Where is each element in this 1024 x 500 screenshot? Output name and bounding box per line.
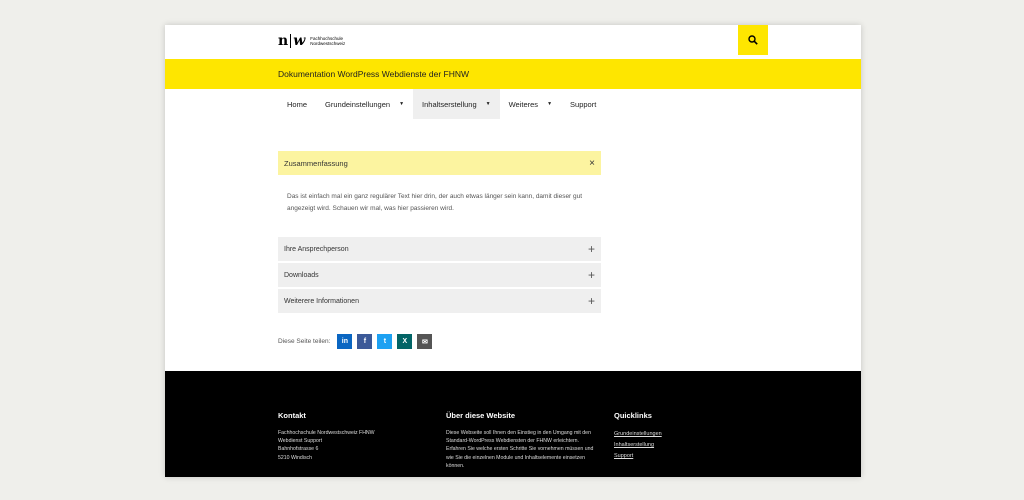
fhnw-logo[interactable]: n w Fachhochschule Nordwestschweiz <box>278 33 345 49</box>
linkedin-share-button[interactable]: in <box>337 334 353 349</box>
nav-item-support[interactable]: Support <box>561 89 605 119</box>
nav-item-label: Inhaltserstellung <box>422 99 477 109</box>
nav-item-label: Grundeinstellungen <box>325 99 391 109</box>
nav-item-grundeinstellungen[interactable]: Grundeinstellungen ▼ <box>316 89 413 119</box>
top-bar: n w Fachhochschule Nordwestschweiz <box>165 25 861 59</box>
facebook-icon: f <box>363 338 367 345</box>
accordion-label: Downloads <box>284 271 319 279</box>
browser-page: n w Fachhochschule Nordwestschweiz Dokum… <box>165 25 861 477</box>
twitter-icon: t <box>383 338 387 345</box>
plus-icon: + <box>587 242 595 256</box>
search-icon <box>748 35 758 45</box>
share-label: Diese Seite teilen: <box>278 338 331 345</box>
quicklink-grundeinstellungen[interactable]: Grundeinstellungen <box>614 429 734 440</box>
body-text: Das ist einfach mal ein ganz regulärer T… <box>287 193 583 212</box>
caret-down-icon: ▼ <box>399 101 405 107</box>
nav-item-label: Weiteres <box>508 99 539 109</box>
facebook-share-button[interactable]: f <box>357 334 373 349</box>
logo-line-2: Nordwestschweiz <box>310 41 346 46</box>
share-bar: Diese Seite teilen: in f t X ✉ <box>278 334 437 349</box>
accordion-label: Ihre Ansprechperson <box>284 245 349 253</box>
accordion: Ihre Ansprechperson + Downloads + Weiter… <box>278 237 601 315</box>
nav-item-home[interactable]: Home <box>278 89 316 119</box>
summary-title: Zusammenfassung <box>284 158 348 168</box>
main-nav: Home Grundeinstellungen ▼ Inhaltserstell… <box>278 89 605 119</box>
summary-box: Zusammenfassung × <box>278 151 601 175</box>
footer-quicklinks-heading: Quicklinks <box>614 411 652 420</box>
footer-contact-line: Bahnhofstrasse 6 <box>278 446 319 453</box>
footer-about-heading: Über diese Website <box>446 411 516 420</box>
logo-separator <box>290 34 292 48</box>
search-button[interactable] <box>738 25 768 55</box>
site-title[interactable]: Dokumentation WordPress Webdienste der F… <box>278 69 469 79</box>
footer-about-text: Diese Webseite soll Ihnen den Einstieg i… <box>446 430 594 469</box>
logo-mark-w: w <box>293 33 306 49</box>
close-icon[interactable]: × <box>589 158 595 169</box>
quicklink-support[interactable]: Support <box>614 451 734 462</box>
linkedin-icon: in <box>341 338 348 345</box>
logo-text: Fachhochschule Nordwestschweiz <box>310 36 345 46</box>
email-icon: ✉ <box>421 338 428 346</box>
nav-item-inhaltserstellung[interactable]: Inhaltserstellung ▼ <box>413 89 500 119</box>
caret-down-icon: ▼ <box>485 101 491 107</box>
site-title-bar: Dokumentation WordPress Webdienste der F… <box>165 59 861 89</box>
twitter-share-button[interactable]: t <box>377 334 393 349</box>
quicklink-inhaltserstellung[interactable]: Inhaltserstellung <box>614 440 734 451</box>
accordion-item-informationen[interactable]: Weiterere Informationen + <box>278 289 601 313</box>
accordion-item-downloads[interactable]: Downloads + <box>278 263 601 287</box>
footer-contact-line: 5210 Windisch <box>278 454 313 461</box>
accordion-label: Weiterere Informationen <box>284 297 359 305</box>
footer-contact: Kontakt Fachhochschule Nordwestschweiz F… <box>278 411 428 462</box>
footer: Kontakt Fachhochschule Nordwestschweiz F… <box>165 371 861 477</box>
logo-mark-n: n <box>278 33 289 49</box>
plus-icon: + <box>587 294 595 308</box>
footer-contact-line: Fachhochschule Nordwestschweiz FHNW <box>278 430 375 436</box>
xing-share-button[interactable]: X <box>397 334 413 349</box>
accordion-item-ansprechperson[interactable]: Ihre Ansprechperson + <box>278 237 601 261</box>
xing-icon: X <box>402 338 408 345</box>
caret-down-icon: ▼ <box>547 101 553 107</box>
nav-item-weiteres[interactable]: Weiteres ▼ <box>500 89 561 119</box>
footer-about: Über diese Website Diese Webseite soll I… <box>446 411 598 470</box>
nav-item-label: Home <box>287 99 308 109</box>
nav-item-label: Support <box>570 99 597 109</box>
email-share-button[interactable]: ✉ <box>417 334 433 349</box>
footer-contact-heading: Kontakt <box>278 411 306 420</box>
plus-icon: + <box>587 268 595 282</box>
footer-contact-line: Webdienst Support <box>278 438 323 445</box>
footer-quicklinks: Quicklinks Grundeinstellungen Inhaltsers… <box>614 411 734 462</box>
